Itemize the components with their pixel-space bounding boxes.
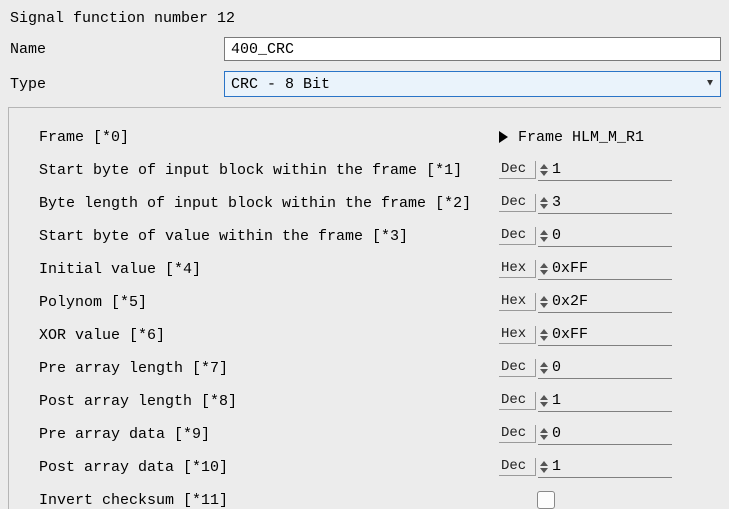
- mode-toggle[interactable]: Hex: [499, 260, 536, 278]
- param-label: XOR value [*6]: [39, 327, 499, 344]
- stepper-up-icon[interactable]: [540, 395, 548, 400]
- stepper-down-icon[interactable]: [540, 171, 548, 176]
- mode-toggle[interactable]: Dec: [499, 161, 536, 179]
- frame-label: Frame [*0]: [39, 129, 499, 146]
- frame-link[interactable]: Frame HLM_M_R1: [499, 129, 644, 146]
- param-label: Pre array length [*7]: [39, 360, 499, 377]
- value-display: 3: [552, 194, 672, 212]
- param-label: Byte length of input block within the fr…: [39, 195, 499, 212]
- stepper-down-icon[interactable]: [540, 402, 548, 407]
- value-display: 1: [552, 392, 672, 410]
- stepper-up-icon[interactable]: [540, 329, 548, 334]
- value-display: 0x2F: [552, 293, 672, 311]
- value-spinner[interactable]: 0: [538, 358, 672, 379]
- value-spinner[interactable]: 0x2F: [538, 292, 672, 313]
- mode-toggle[interactable]: Dec: [499, 425, 536, 443]
- stepper-up-icon[interactable]: [540, 296, 548, 301]
- value-display: 0: [552, 425, 672, 443]
- mode-toggle[interactable]: Dec: [499, 359, 536, 377]
- value-spinner[interactable]: 0: [538, 424, 672, 445]
- stepper-down-icon[interactable]: [540, 336, 548, 341]
- type-select[interactable]: [224, 71, 721, 97]
- stepper-down-icon[interactable]: [540, 237, 548, 242]
- parameters-panel: Frame [*0] Frame HLM_M_R1 Start byte of …: [8, 107, 721, 509]
- mode-toggle[interactable]: Dec: [499, 392, 536, 410]
- name-input[interactable]: [224, 37, 721, 61]
- value-display: 1: [552, 458, 672, 476]
- stepper-up-icon[interactable]: [540, 362, 548, 367]
- invert-checksum-checkbox[interactable]: [537, 491, 555, 509]
- param-label: Start byte of value within the frame [*3…: [39, 228, 499, 245]
- frame-link-text: Frame HLM_M_R1: [518, 129, 644, 146]
- value-spinner[interactable]: 0: [538, 226, 672, 247]
- stepper-down-icon[interactable]: [540, 303, 548, 308]
- stepper-up-icon[interactable]: [540, 461, 548, 466]
- value-display: 0: [552, 227, 672, 245]
- value-spinner[interactable]: 0xFF: [538, 259, 672, 280]
- stepper-up-icon[interactable]: [540, 230, 548, 235]
- stepper-down-icon[interactable]: [540, 270, 548, 275]
- param-label: Pre array data [*9]: [39, 426, 499, 443]
- value-spinner[interactable]: 1: [538, 457, 672, 478]
- stepper-up-icon[interactable]: [540, 197, 548, 202]
- stepper-down-icon[interactable]: [540, 369, 548, 374]
- stepper-up-icon[interactable]: [540, 428, 548, 433]
- mode-toggle[interactable]: Dec: [499, 194, 536, 212]
- name-label: Name: [8, 41, 224, 58]
- stepper-down-icon[interactable]: [540, 204, 548, 209]
- mode-toggle[interactable]: Hex: [499, 326, 536, 344]
- value-spinner[interactable]: 1: [538, 391, 672, 412]
- param-label: Polynom [*5]: [39, 294, 499, 311]
- stepper-up-icon[interactable]: [540, 164, 548, 169]
- invert-checksum-label: Invert checksum [*11]: [39, 492, 499, 509]
- value-display: 0xFF: [552, 326, 672, 344]
- mode-toggle[interactable]: Dec: [499, 227, 536, 245]
- value-display: 0xFF: [552, 260, 672, 278]
- value-spinner[interactable]: 3: [538, 193, 672, 214]
- stepper-up-icon[interactable]: [540, 263, 548, 268]
- mode-toggle[interactable]: Dec: [499, 458, 536, 476]
- value-display: 1: [552, 161, 672, 179]
- play-icon: [499, 131, 508, 143]
- value-spinner[interactable]: 1: [538, 160, 672, 181]
- type-label: Type: [8, 76, 224, 93]
- value-spinner[interactable]: 0xFF: [538, 325, 672, 346]
- param-label: Start byte of input block within the fra…: [39, 162, 499, 179]
- stepper-down-icon[interactable]: [540, 468, 548, 473]
- param-label: Initial value [*4]: [39, 261, 499, 278]
- param-label: Post array data [*10]: [39, 459, 499, 476]
- param-label: Post array length [*8]: [39, 393, 499, 410]
- page-title: Signal function number 12: [10, 10, 721, 27]
- stepper-down-icon[interactable]: [540, 435, 548, 440]
- value-display: 0: [552, 359, 672, 377]
- mode-toggle[interactable]: Hex: [499, 293, 536, 311]
